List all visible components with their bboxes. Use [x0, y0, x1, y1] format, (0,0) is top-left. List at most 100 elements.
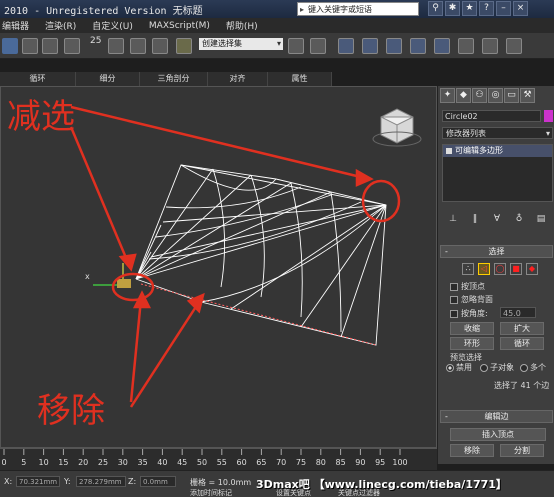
add-time-tag-text[interactable]: 添加时间标记: [190, 488, 232, 497]
minimize-icon[interactable]: –: [496, 1, 511, 16]
split-button[interactable]: 分割: [500, 444, 544, 457]
render-production-icon[interactable]: [506, 38, 522, 54]
menu-item-help[interactable]: 帮助(H): [226, 19, 258, 32]
preview-subobject-radio[interactable]: 子对象: [480, 362, 514, 373]
polygon-icon[interactable]: ■: [510, 263, 522, 275]
annotation-reduce-selection: 减选: [7, 97, 75, 137]
ribbon-tab-subdivide[interactable]: 细分: [76, 72, 140, 86]
timeline-track[interactable]: 0 5 10 15 20 25 30 35 40 45 50 55 60 65 70 75 80 85 90 95 10…: [0, 448, 437, 470]
community-icon[interactable]: ✱: [445, 1, 460, 16]
selection-status-text: 选择了 41 个边: [494, 381, 550, 390]
vertex-icon[interactable]: ∴: [462, 263, 474, 275]
ribbon-tab-loop[interactable]: 循环: [0, 72, 76, 86]
element-icon[interactable]: ◆: [526, 263, 538, 275]
align-icon[interactable]: [310, 38, 326, 54]
menu-item-rendering[interactable]: 渲染(R): [45, 19, 76, 32]
x-coord-field[interactable]: 70.321mm: [16, 476, 60, 487]
timeline-tick-label: 40: [157, 458, 167, 467]
edit-named-selection-icon[interactable]: [176, 38, 192, 54]
display-tab-icon[interactable]: ▭: [504, 88, 519, 103]
spinner-snap-icon[interactable]: [152, 38, 168, 54]
stack-tools: ⊥ ‖ ∀ ♁ ▤: [446, 214, 548, 226]
angle-snap-icon[interactable]: [108, 38, 124, 54]
insert-vertex-button[interactable]: 插入顶点: [450, 428, 546, 441]
edit-edges-rollout-header[interactable]: - 编辑边: [440, 410, 553, 423]
loop-button[interactable]: 循环: [500, 337, 544, 350]
timeline-tick-label: 100: [392, 458, 407, 467]
polygon-wireframe: [135, 164, 387, 346]
remove-modifier-icon[interactable]: ♁: [512, 214, 526, 226]
timeline-tick-label: 5: [21, 458, 26, 467]
modify-tab-icon[interactable]: ◆: [456, 88, 471, 103]
search-input[interactable]: 键入关键字或短语: [297, 2, 419, 17]
preview-off-radio[interactable]: 禁用: [446, 362, 472, 373]
create-tab-icon[interactable]: ✦: [440, 88, 455, 103]
angle-value-field[interactable]: 45.0: [500, 307, 536, 318]
menu-item-customize[interactable]: 自定义(U): [92, 19, 133, 32]
graphite-toggle-icon[interactable]: [362, 38, 378, 54]
menu-item-maxscript[interactable]: MAXScript(M): [149, 21, 210, 31]
border-icon[interactable]: ◯: [494, 263, 506, 275]
modifier-stack: 可编辑多边形: [442, 144, 553, 202]
shrink-button[interactable]: 收缩: [450, 322, 494, 335]
close-icon[interactable]: ×: [513, 1, 528, 16]
configure-sets-icon[interactable]: ▤: [534, 214, 548, 226]
timeline-tick-label: 10: [39, 458, 49, 467]
help-icon[interactable]: ?: [479, 1, 494, 16]
command-panel-tabs: ✦ ◆ ⚇ ◎ ▭ ⚒: [440, 88, 535, 103]
timeline-tick-label: 80: [316, 458, 326, 467]
timeline-tick-label: 35: [138, 458, 148, 467]
render-setup-icon[interactable]: [458, 38, 474, 54]
snap-number-label: 25: [90, 36, 102, 46]
select-by-name-icon[interactable]: [22, 38, 38, 54]
favorites-icon[interactable]: ★: [462, 1, 477, 16]
menu-item-editors[interactable]: 编辑器: [2, 19, 29, 32]
make-unique-icon[interactable]: ∀: [490, 214, 504, 226]
by-angle-checkbox[interactable]: 按角度:: [450, 308, 488, 319]
pin-stack-icon[interactable]: ⊥: [446, 214, 460, 226]
schematic-view-icon[interactable]: [410, 38, 426, 54]
ribbon-tab-align[interactable]: 对齐: [208, 72, 268, 86]
timeline-tick-label: 70: [276, 458, 286, 467]
object-name-field[interactable]: Circle02: [442, 110, 541, 122]
stack-item-editable-poly[interactable]: 可编辑多边形: [443, 145, 552, 157]
perspective-viewport[interactable]: x 减选 移除: [0, 86, 437, 448]
timeline-ruler: 0 5 10 15 20 25 30 35 40 45 50 55 60 65 70 75 80 85 90 95 10…: [1, 449, 408, 467]
show-end-result-icon[interactable]: ‖: [468, 214, 482, 226]
material-editor-icon[interactable]: [434, 38, 450, 54]
binoculars-icon[interactable]: ⚲: [428, 1, 443, 16]
viewcube-icon[interactable]: [372, 108, 422, 147]
by-vertex-checkbox[interactable]: 按顶点: [450, 281, 485, 292]
rendered-frame-icon[interactable]: [482, 38, 498, 54]
ignore-backfacing-checkbox[interactable]: 忽略背面: [450, 294, 493, 305]
utilities-tab-icon[interactable]: ⚒: [520, 88, 535, 103]
expand-icon[interactable]: [446, 148, 452, 154]
select-region-icon[interactable]: [42, 38, 58, 54]
percent-snap-icon[interactable]: [130, 38, 146, 54]
timeline-tick-label: 95: [375, 458, 385, 467]
remove-button[interactable]: 移除: [450, 444, 494, 457]
motion-tab-icon[interactable]: ◎: [488, 88, 503, 103]
curve-editor-icon[interactable]: [386, 38, 402, 54]
y-coord-field[interactable]: 278.279mm: [76, 476, 126, 487]
selection-rollout-header[interactable]: - 选择: [440, 245, 553, 258]
select-object-icon[interactable]: [2, 38, 18, 54]
modifier-list-dropdown[interactable]: 修改器列表: [442, 127, 553, 140]
ribbon-tab-triangulate[interactable]: 三角剖分: [140, 72, 208, 86]
ring-button[interactable]: 环形: [450, 337, 494, 350]
timeline-tick-label: 90: [355, 458, 365, 467]
edge-icon[interactable]: ◁: [478, 263, 490, 275]
z-coord-field[interactable]: 0.0mm: [140, 476, 176, 487]
ribbon-tab-properties[interactable]: 属性: [268, 72, 332, 86]
grow-button[interactable]: 扩大: [500, 322, 544, 335]
window-crossing-icon[interactable]: [64, 38, 80, 54]
timeline-tick-label: 50: [197, 458, 207, 467]
layer-manager-icon[interactable]: [338, 38, 354, 54]
preview-multi-radio[interactable]: 多个: [520, 362, 546, 373]
y-label: Y:: [64, 477, 71, 486]
mirror-icon[interactable]: [288, 38, 304, 54]
timeline-tick-label: 30: [118, 458, 128, 467]
object-color-swatch[interactable]: [544, 110, 553, 122]
named-selection-dropdown[interactable]: 创建选择集: [199, 38, 283, 50]
hierarchy-tab-icon[interactable]: ⚇: [472, 88, 487, 103]
